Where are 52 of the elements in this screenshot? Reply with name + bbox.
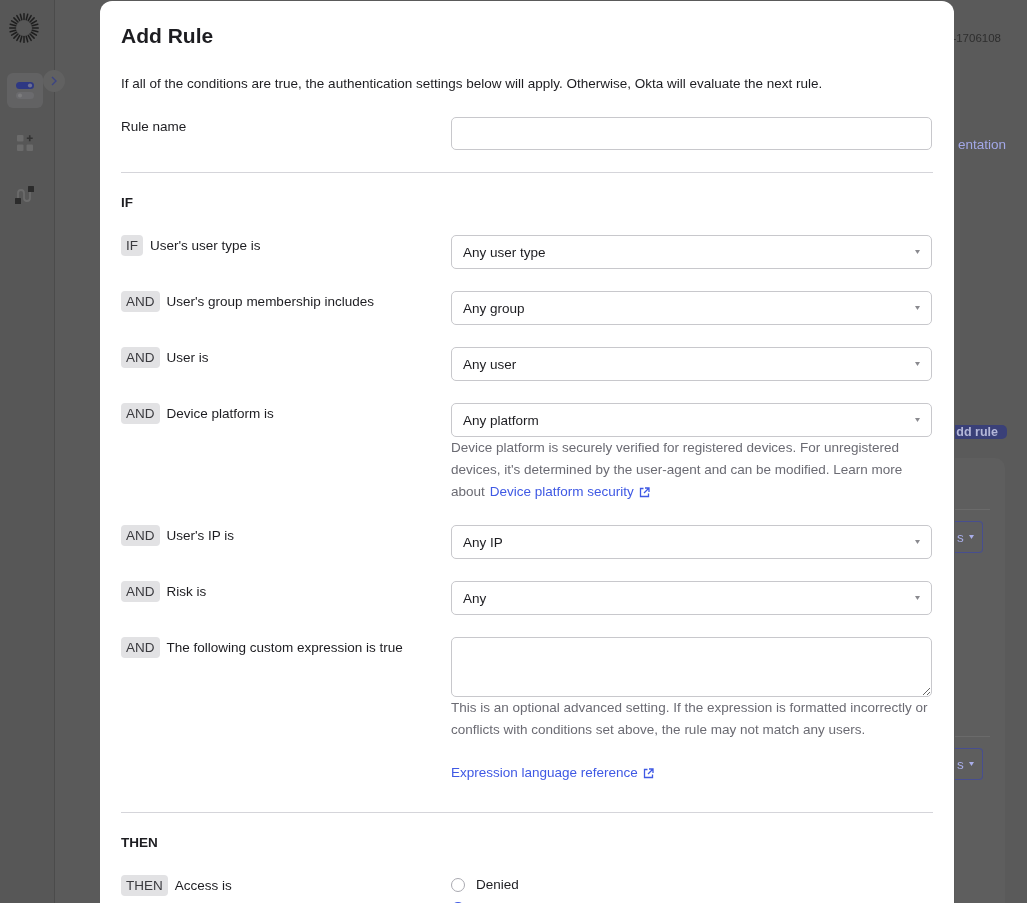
condition-label: User's IP is — [166, 527, 235, 545]
field-label: Rule name — [121, 118, 187, 136]
operator-tag: AND — [121, 403, 160, 424]
rule-name-field[interactable] — [451, 117, 932, 150]
caret-icon — [915, 362, 920, 366]
nav-item[interactable] — [7, 73, 43, 108]
expression-field[interactable] — [451, 637, 932, 697]
add-rule-button[interactable]: dd rule — [955, 425, 1007, 439]
caret-icon — [968, 535, 974, 539]
select-field[interactable]: Any IP — [451, 525, 932, 559]
external-link-icon — [642, 767, 654, 779]
select-field[interactable]: Any user — [451, 347, 932, 381]
condition-label: User's group membership includes — [166, 293, 374, 311]
section-heading: THEN — [121, 834, 158, 852]
select-field[interactable]: Any platform — [451, 403, 932, 437]
hint-text: Device platform is securely verified for registered devices. For unregistered devices, it's determined by the user-agent and can be modified. Learn more about Device platform security — [451, 437, 932, 503]
help-link[interactable]: Device platform security — [489, 481, 650, 503]
caret-icon — [915, 596, 920, 600]
condition-label: User's user type is — [150, 237, 261, 255]
sunburst-logo-icon — [9, 13, 39, 43]
dialog-description: If all of the conditions are true, the authentication settings below will apply. Otherwise, Okta will evaluate the next rule. — [121, 75, 824, 93]
hint-text: This is an optional advanced setting. If the expression is formatted incorrectly or conflicts with conditions set above, the rule may not match any users. — [451, 699, 929, 739]
dialog-title: Add Rule — [121, 23, 215, 49]
chevron-right-icon — [51, 76, 57, 86]
sidebar-collapse-button[interactable] — [43, 70, 65, 92]
condition-label: The following custom expression is true — [166, 639, 403, 657]
select-field[interactable]: Any — [451, 581, 932, 615]
caret-icon — [915, 540, 920, 544]
operator-tag: AND — [121, 291, 160, 312]
caret-icon — [968, 762, 974, 766]
caret-icon — [915, 250, 920, 254]
operator-tag: AND — [121, 347, 160, 368]
caret-icon — [915, 418, 920, 422]
operator-tag: AND — [121, 581, 160, 602]
condition-label: Risk is — [166, 583, 207, 601]
operator-tag: AND — [121, 637, 160, 658]
section-heading: IF — [121, 194, 133, 212]
caret-icon — [915, 306, 920, 310]
toggle-switches-icon — [16, 82, 34, 99]
condition-label: Device platform is — [166, 405, 274, 423]
condition-label: Access is — [174, 877, 232, 895]
grid-plus-icon — [17, 134, 33, 151]
workflow-icon — [15, 185, 35, 204]
condition-label: User is — [166, 349, 209, 367]
select-field[interactable]: Any group — [451, 291, 932, 325]
radio-option[interactable]: Denied — [451, 875, 519, 895]
operator-tag: AND — [121, 525, 160, 546]
operator-tag: IF — [121, 235, 143, 256]
select-field[interactable]: Any user type — [451, 235, 932, 269]
operator-tag: THEN — [121, 875, 168, 896]
reference-link[interactable]: Expression language reference — [451, 762, 654, 784]
external-link-icon — [638, 486, 650, 498]
